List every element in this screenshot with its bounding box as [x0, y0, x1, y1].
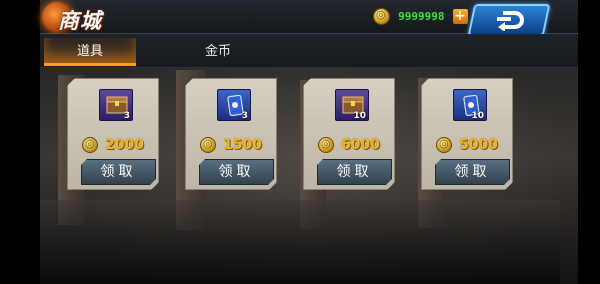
- page-title: 商城: [58, 8, 102, 33]
- crate-icon: 3: [99, 89, 133, 121]
- shop-item-card: 3 1500 领取: [185, 78, 277, 190]
- item-price: 6000: [341, 136, 381, 153]
- item-quantity: 10: [471, 111, 484, 121]
- gold-coin-icon: [200, 137, 216, 153]
- item-price: 1500: [223, 136, 263, 153]
- gold-coin-icon: [82, 137, 98, 153]
- item-quantity: 3: [123, 111, 130, 121]
- card-icon: 10: [453, 89, 487, 121]
- background-floor: [40, 200, 560, 284]
- claim-button[interactable]: 领取: [81, 159, 156, 185]
- price-row: 6000: [304, 134, 394, 154]
- price-row: 5000: [422, 134, 512, 154]
- item-quantity: 3: [241, 111, 248, 121]
- back-button[interactable]: [467, 4, 551, 36]
- item-quantity: 10: [353, 111, 366, 121]
- letterbox-left: [0, 0, 40, 284]
- claim-button[interactable]: 领取: [435, 159, 510, 185]
- coin-balance: 9999998: [398, 10, 445, 23]
- currency-display: 9999998 +: [373, 6, 468, 26]
- shop-title-badge: 商城: [42, 2, 132, 33]
- card-icon: 3: [217, 89, 251, 121]
- return-arrow-icon: [497, 11, 524, 31]
- gold-coin-icon: [436, 137, 452, 153]
- tab-items[interactable]: 道具: [44, 38, 136, 66]
- letterbox-right: [578, 0, 600, 284]
- item-price: 5000: [459, 136, 499, 153]
- price-row: 2000: [68, 134, 158, 154]
- shop-screen: 商城 9999998 + 道具 金币 3 2000 领取: [0, 0, 600, 284]
- item-price: 2000: [105, 136, 145, 153]
- claim-button[interactable]: 领取: [317, 159, 392, 185]
- claim-button[interactable]: 领取: [199, 159, 274, 185]
- price-row: 1500: [186, 134, 276, 154]
- shop-item-card: 10 6000 领取: [303, 78, 395, 190]
- crate-icon: 10: [335, 89, 369, 121]
- gold-coin-icon: [373, 8, 390, 25]
- tab-bar: 道具 金币: [40, 34, 578, 68]
- tab-gold[interactable]: 金币: [172, 38, 264, 66]
- gold-coin-icon: [318, 137, 334, 153]
- shop-item-card: 10 5000 领取: [421, 78, 513, 190]
- shop-item-card: 3 2000 领取: [67, 78, 159, 190]
- add-coins-button[interactable]: +: [452, 9, 468, 24]
